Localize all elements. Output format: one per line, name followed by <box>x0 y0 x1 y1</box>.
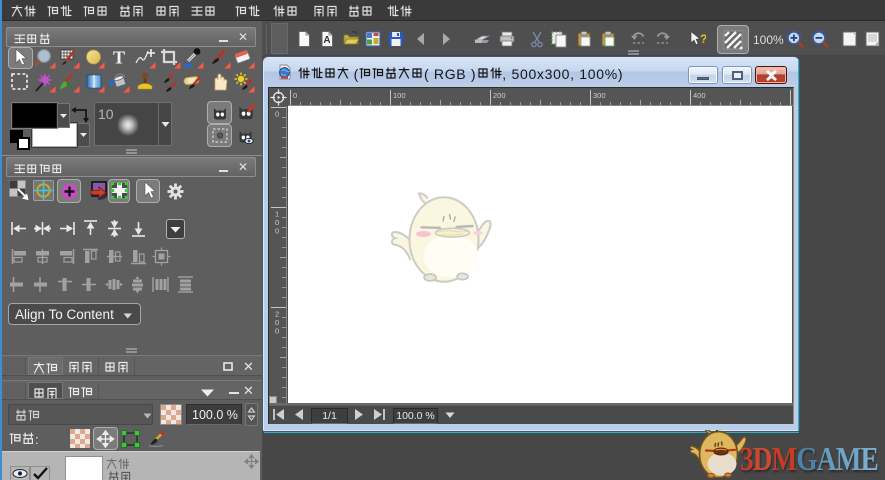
svg-text:T: T <box>113 48 125 68</box>
svg-text:0: 0 <box>275 227 279 236</box>
svg-text:A: A <box>323 35 330 46</box>
svg-text:0: 0 <box>293 91 297 100</box>
svg-text:200: 200 <box>493 91 506 100</box>
svg-text:0: 0 <box>275 327 279 336</box>
svg-text:0: 0 <box>275 110 279 119</box>
svg-text:400: 400 <box>693 91 706 100</box>
svg-text:?: ? <box>700 32 706 46</box>
svg-text:100: 100 <box>393 91 406 100</box>
svg-text:300: 300 <box>593 91 606 100</box>
